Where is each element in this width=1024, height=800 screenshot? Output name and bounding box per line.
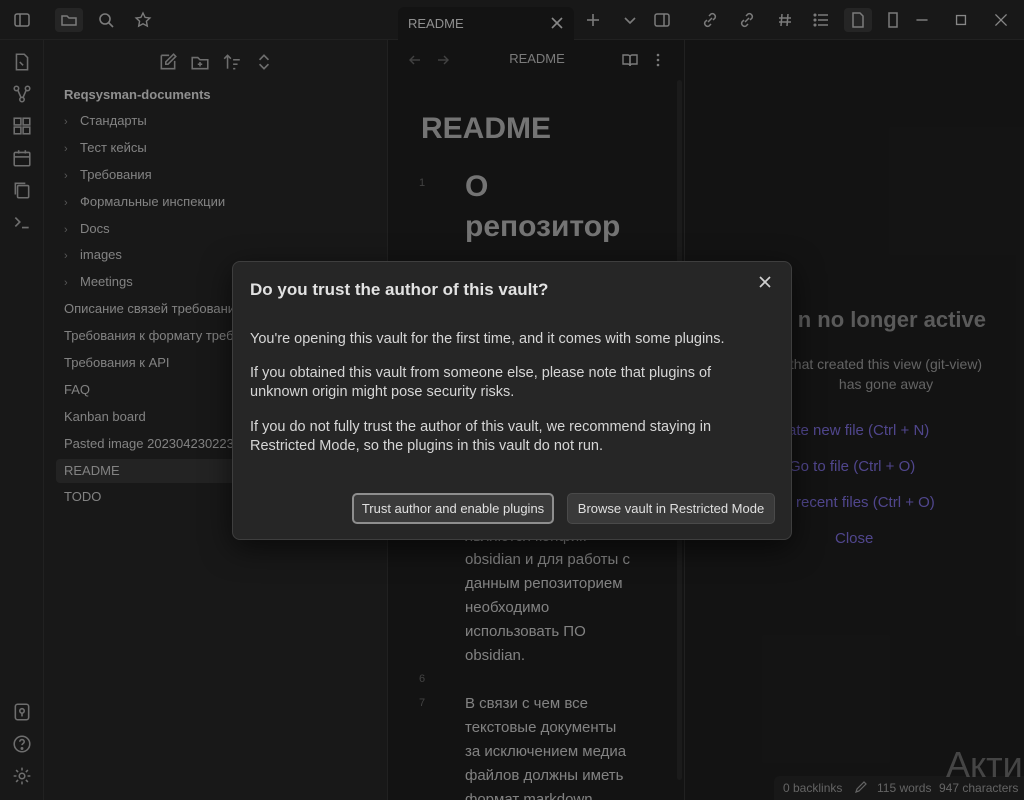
dialog-paragraph: If you obtained this vault from someone … (250, 365, 712, 400)
trust-author-button[interactable]: Trust author and enable plugins (352, 493, 554, 524)
dialog-paragraph: If you do not fully trust the author of … (250, 419, 712, 454)
close-icon[interactable] (755, 272, 775, 292)
trust-vault-dialog: Do you trust the author of this vault? Y… (232, 261, 792, 540)
dialog-title: Do you trust the author of this vault? (250, 280, 549, 299)
restricted-mode-button[interactable]: Browse vault in Restricted Mode (567, 493, 775, 524)
dialog-paragraph: You're opening this vault for the first … (250, 331, 725, 347)
